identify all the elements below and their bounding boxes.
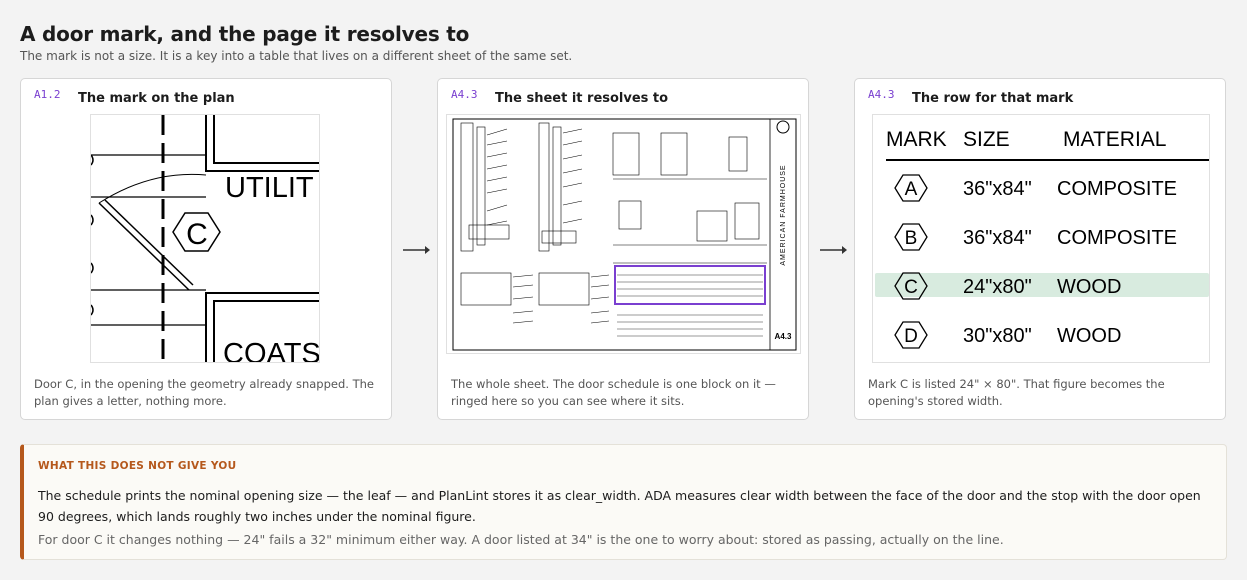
page-title: A door mark, and the page it resolves to [20, 22, 470, 46]
callout-body: The schedule prints the nominal opening … [38, 488, 1201, 524]
arrow-right-icon [403, 246, 430, 254]
mark-letter: A [905, 179, 918, 200]
schedule-crop: MARK SIZE MATERIAL A 36"x84" COMPOSITE B 36"… [872, 114, 1210, 363]
sheet-drawing: AMERICAN FARMHOUSE A4.3 [452, 118, 797, 351]
schedule-header-size: SIZE [963, 128, 1010, 151]
size-value: 36"x84" [963, 227, 1032, 249]
callout-label: WHAT THIS DOES NOT GIVE YOU [38, 460, 237, 472]
mark-letter: D [904, 326, 918, 347]
schedule-row: D 30"x80" WOOD [894, 321, 1121, 349]
size-value: 24"x80" [963, 276, 1032, 298]
door-schedule-table: MARK SIZE MATERIAL A 36"x84" COMPOSITE B 36"… [875, 128, 1209, 349]
material-value: COMPOSITE [1057, 227, 1177, 249]
sheet-code: A1.2 [34, 88, 61, 101]
schedule-header-material: MATERIAL [1063, 128, 1166, 151]
schedule-row: B 36"x84" COMPOSITE [894, 223, 1177, 251]
sheet-number: A4.3 [775, 332, 792, 341]
material-value: COMPOSITE [1057, 178, 1177, 200]
mark-letter: B [905, 228, 918, 249]
sheet-card: A4.3 The sheet it resolves to AMERICAN F… [437, 78, 809, 420]
page-subtitle: The mark is not a size. It is a key into… [20, 49, 573, 63]
card-caption: The whole sheet. The door schedule is on… [451, 377, 776, 408]
card-title: The sheet it resolves to [495, 91, 669, 106]
card-caption: Mark C is listed 24" × 80". That figure … [868, 377, 1165, 408]
room-label-top: UTILIT [225, 172, 314, 204]
sheet-brand: AMERICAN FARMHOUSE [780, 164, 787, 265]
plan-mark-card: A1.2 The mark on the plan C UTILIT COATS… [20, 78, 392, 420]
card-title: The row for that mark [912, 91, 1074, 106]
door-mark-letter: C [186, 218, 208, 251]
schedule-row: A 36"x84" COMPOSITE [894, 174, 1177, 202]
size-value: 30"x80" [963, 325, 1032, 347]
limitations-callout: WHAT THIS DOES NOT GIVE YOU The schedule… [20, 444, 1227, 560]
plan-crop-figure: C UTILIT COATS [90, 114, 320, 363]
room-label-bottom: COATS [223, 338, 320, 363]
arrow-right-icon [820, 246, 847, 254]
schedule-header-mark: MARK [886, 128, 947, 151]
floor-plan-drawing: C UTILIT COATS [91, 115, 320, 363]
material-value: WOOD [1057, 325, 1121, 347]
card-title: The mark on the plan [78, 91, 235, 106]
schedule-row-card: A4.3 The row for that mark MARK SIZE MAT… [854, 78, 1226, 420]
size-value: 36"x84" [963, 178, 1032, 200]
mark-letter: C [904, 277, 918, 298]
schedule-ring [614, 265, 766, 305]
sheet-thumbnail: AMERICAN FARMHOUSE A4.3 [446, 114, 801, 354]
highlight-row [875, 273, 1209, 297]
material-value: WOOD [1057, 276, 1121, 298]
sheet-code: A4.3 [868, 88, 895, 101]
card-caption: Door C, in the opening the geometry alre… [34, 377, 374, 408]
sheet-code: A4.3 [451, 88, 478, 101]
callout-note: For door C it changes nothing — 24" fail… [38, 532, 1004, 547]
